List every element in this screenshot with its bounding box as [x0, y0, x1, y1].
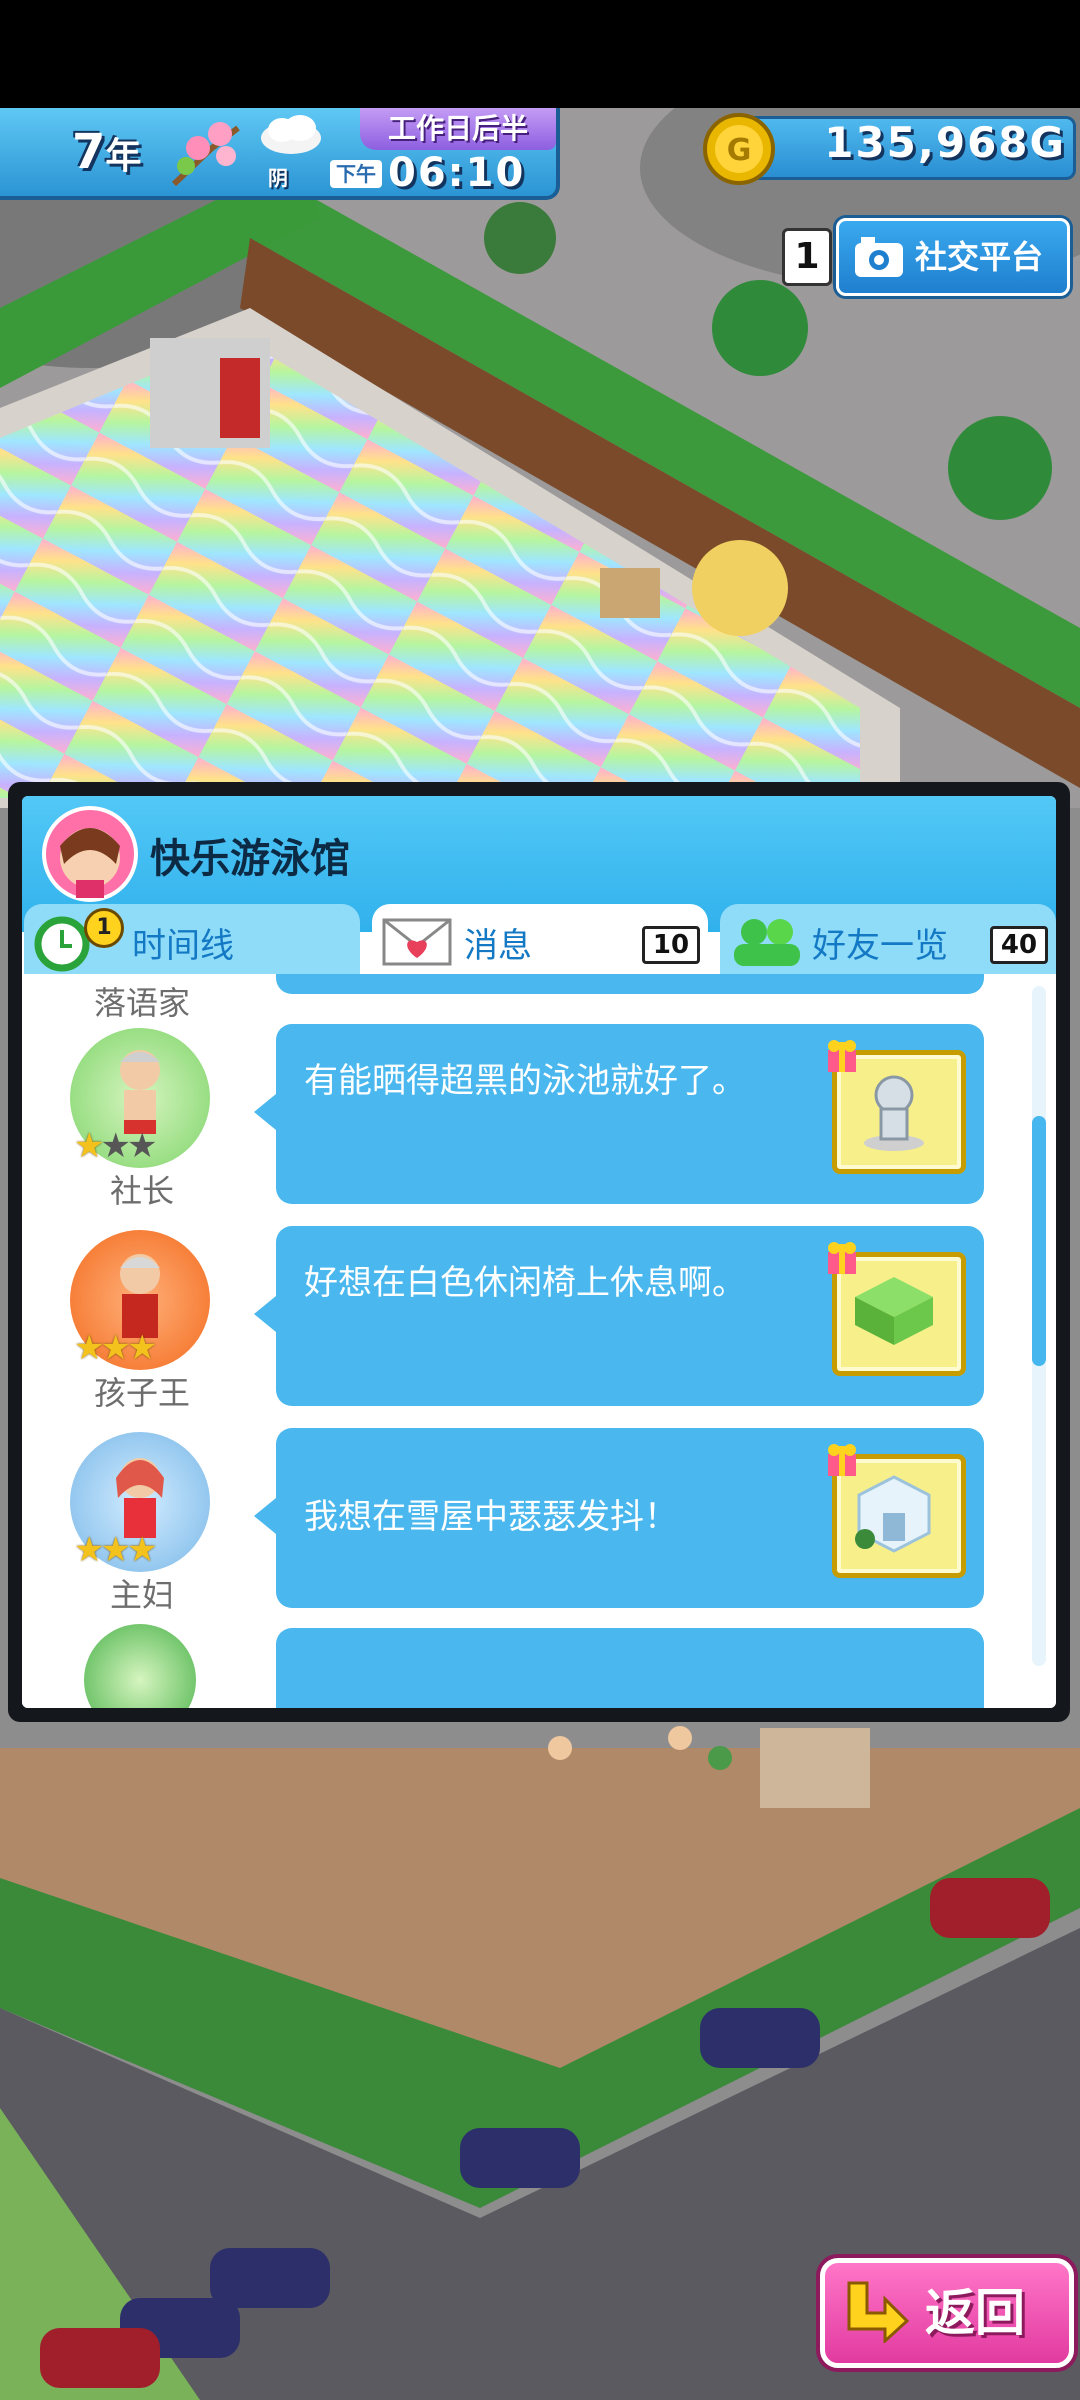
social-notification-count: 1 [782, 228, 832, 286]
cloud-icon [258, 112, 324, 156]
tab-messages[interactable]: 消息 10 [372, 904, 708, 974]
character-name: 孩子王 [93, 1374, 190, 1412]
year-unit: 年 [105, 136, 142, 177]
message-bubble-partial [276, 1628, 984, 1708]
clock-time: 06:10 [388, 150, 526, 196]
back-button-label: 返回 [925, 2284, 1025, 2342]
svg-text:G: G [727, 133, 752, 168]
character-name: 主妇 [109, 1576, 174, 1614]
scrollbar-thumb[interactable] [1032, 1116, 1046, 1366]
gift-ribbon-icon [822, 1036, 862, 1076]
tab-timeline-label: 时间线 [132, 926, 234, 966]
next-character-avatar [84, 1624, 196, 1708]
message-text: 有能晒得超黑的泳池就好了。 [304, 1061, 746, 1101]
ampm-label: 下午 [330, 160, 382, 188]
gift-ribbon-icon [822, 1440, 862, 1480]
weather-label: 阴 [268, 166, 288, 190]
friends-count: 40 [990, 926, 1048, 964]
friends-icon [730, 916, 804, 968]
camera-icon [853, 235, 905, 279]
social-platform-button[interactable]: 社交平台 [836, 218, 1070, 296]
money-value: 135,968 [824, 118, 1030, 167]
messages-count: 10 [642, 926, 700, 964]
facility-message-panel: 快乐游泳馆 1 时间线 消息 10 好友一览 40 落语家 ★★★ 社长 有能晒… [8, 782, 1070, 1722]
tab-friends-label: 好友一览 [812, 926, 948, 966]
message-text: 好想在白色休闲椅上休息啊。 [304, 1263, 746, 1303]
gold-coin-icon: G [702, 112, 776, 186]
tab-timeline[interactable]: 1 时间线 [24, 904, 360, 974]
rating-stars: ★★★ [74, 1126, 157, 1166]
tab-messages-label: 消息 [464, 926, 532, 966]
message-bubble: 有能晒得超黑的泳池就好了。 [254, 1024, 984, 1204]
year-display: 7年 [72, 124, 141, 180]
message-text: 我想在雪屋中瑟瑟发抖！ [304, 1497, 678, 1537]
facility-mascot-avatar [42, 806, 138, 902]
rating-stars: ★★★ [74, 1530, 157, 1570]
period-tag: 工作日后半 [360, 108, 556, 150]
social-platform-label: 社交平台 [915, 238, 1044, 276]
message-bubble: 好想在白色休闲椅上休息啊。 [254, 1226, 984, 1406]
character-name: 落语家 [93, 984, 190, 1022]
sakura-branch-icon [168, 118, 246, 190]
envelope-heart-icon [382, 918, 452, 966]
gift-ribbon-icon [822, 1238, 862, 1278]
panel-body: 快乐游泳馆 1 时间线 消息 10 好友一览 40 落语家 ★★★ 社长 有能晒… [22, 796, 1056, 1708]
return-arrow-icon [841, 2277, 911, 2345]
facility-name: 快乐游泳馆 [150, 836, 350, 882]
timeline-badge: 1 [84, 908, 124, 948]
back-button[interactable]: 返回 [820, 2258, 1074, 2368]
tab-friends[interactable]: 好友一览 40 [720, 904, 1056, 974]
year-number: 7 [72, 124, 106, 180]
message-list[interactable]: 落语家 ★★★ 社长 有能晒得超黑的泳池就好了。 ★★★ 孩子王 好想在白色休闲… [22, 974, 1056, 1708]
rating-stars: ★★★ [74, 1328, 157, 1368]
money-unit: G [1029, 118, 1066, 167]
message-bubble: 我想在雪屋中瑟瑟发抖！ [254, 1428, 984, 1608]
message-bubble-partial [276, 974, 984, 994]
character-name: 社长 [109, 1172, 174, 1210]
money-amount: 135,968G [790, 118, 1066, 167]
clock-icon [34, 916, 90, 972]
